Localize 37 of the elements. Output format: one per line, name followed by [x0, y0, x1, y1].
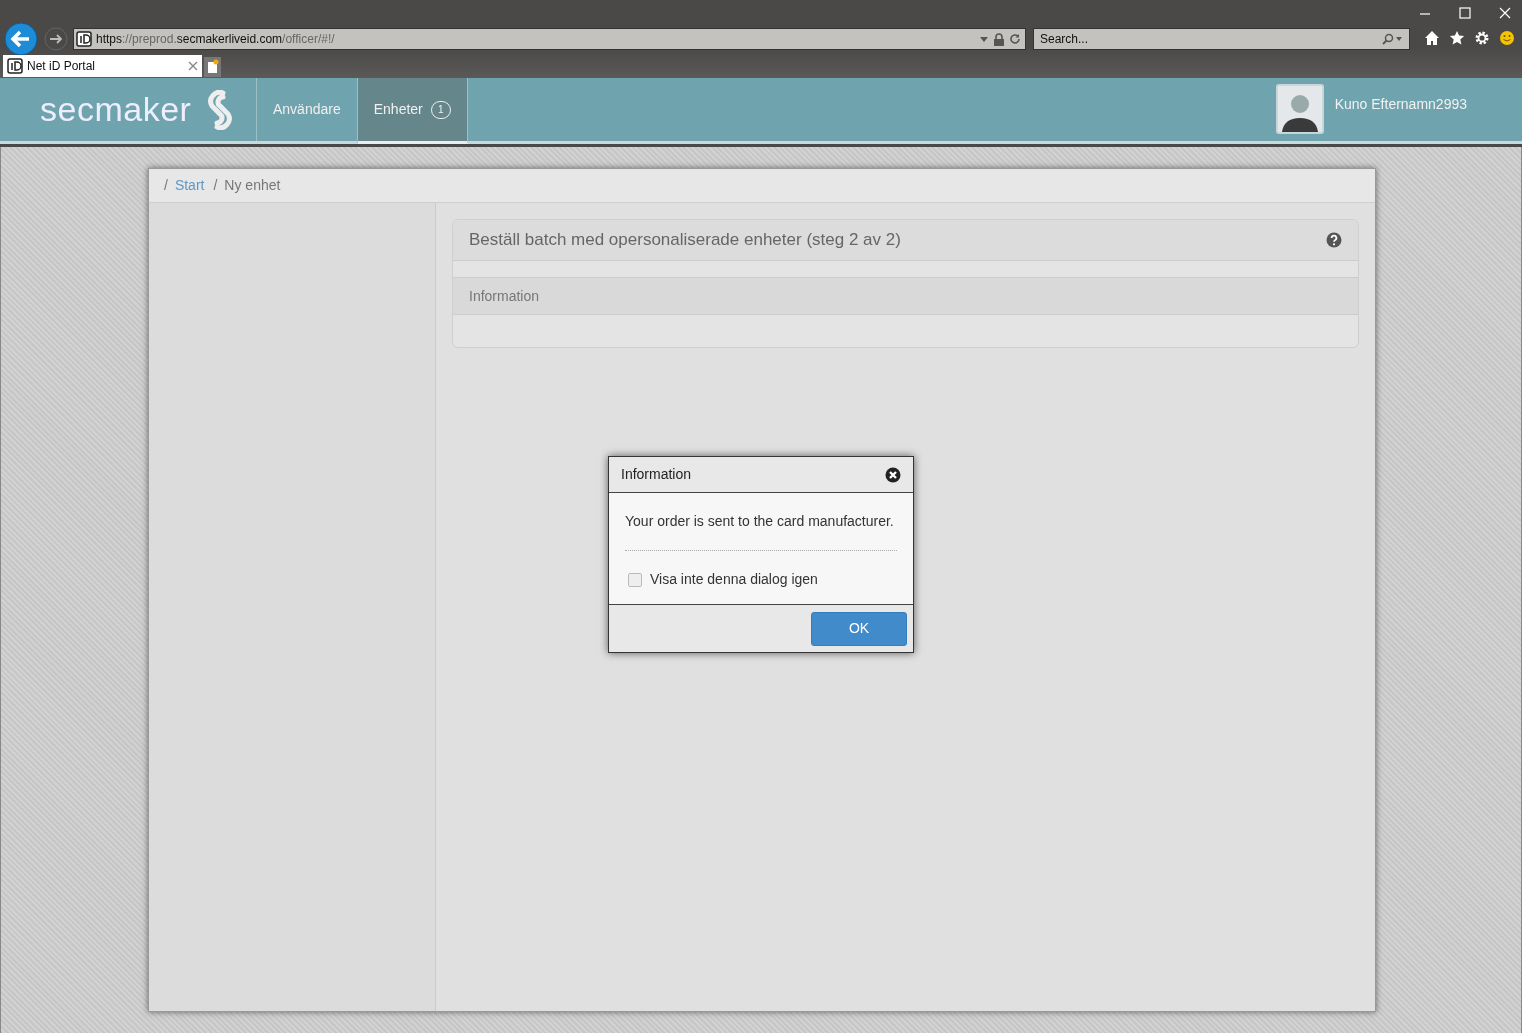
checkbox[interactable]	[628, 572, 642, 587]
smiley-icon[interactable]	[1499, 30, 1515, 46]
site-logo-icon	[76, 31, 92, 47]
breadcrumb-separator: /	[164, 176, 168, 195]
breadcrumb-separator: /	[213, 176, 218, 195]
settings-icon[interactable]	[1474, 30, 1490, 46]
search-placeholder: Search...	[1040, 31, 1089, 48]
address-bar[interactable]: https://preprod.secmakerliveid.com/officer/#!/	[73, 28, 1026, 50]
breadcrumb-current: Ny enhet	[224, 176, 281, 195]
home-icon[interactable]	[1424, 30, 1440, 46]
dialog-message: Your order is sent to the card manufacturer.	[625, 512, 895, 531]
card-title: Beställ batch med opersonaliserade enheter (steg 2 av 2)	[469, 229, 901, 252]
checkbox-label[interactable]: Visa inte denna dialog igen	[650, 569, 818, 590]
logo-text: secmaker	[40, 89, 192, 130]
tab-title: Net iD Portal	[27, 58, 97, 75]
close-icon[interactable]	[885, 466, 901, 483]
breadcrumb-link[interactable]: Start	[174, 175, 205, 196]
maximize-icon[interactable]	[1458, 6, 1472, 20]
help-icon[interactable]	[1326, 232, 1342, 248]
new-tab-icon[interactable]	[204, 57, 221, 77]
search-field[interactable]: Search...	[1033, 28, 1410, 50]
avatar-placeholder[interactable]	[1275, 84, 1324, 134]
section-heading: Information	[469, 286, 540, 306]
back-icon[interactable]	[4, 22, 38, 56]
star-icon[interactable]	[1449, 30, 1465, 46]
search-icon[interactable]	[1381, 33, 1403, 45]
nav-tab[interactable]: Enheter 1	[357, 78, 468, 144]
user-name[interactable]: Kuno Efternamn2993	[1334, 94, 1467, 115]
dialog-title: Information	[621, 465, 692, 484]
nav-tab[interactable]: Användare	[257, 78, 358, 144]
browser-tab[interactable]: Net iD Portal	[3, 55, 202, 77]
lock-icon	[993, 32, 1005, 46]
dropdown-icon[interactable]	[979, 34, 989, 44]
refresh-icon[interactable]	[1009, 33, 1021, 45]
ok-button[interactable]: OK	[811, 611, 907, 646]
forward-icon[interactable]	[44, 27, 68, 51]
site-logo-icon	[7, 58, 23, 74]
